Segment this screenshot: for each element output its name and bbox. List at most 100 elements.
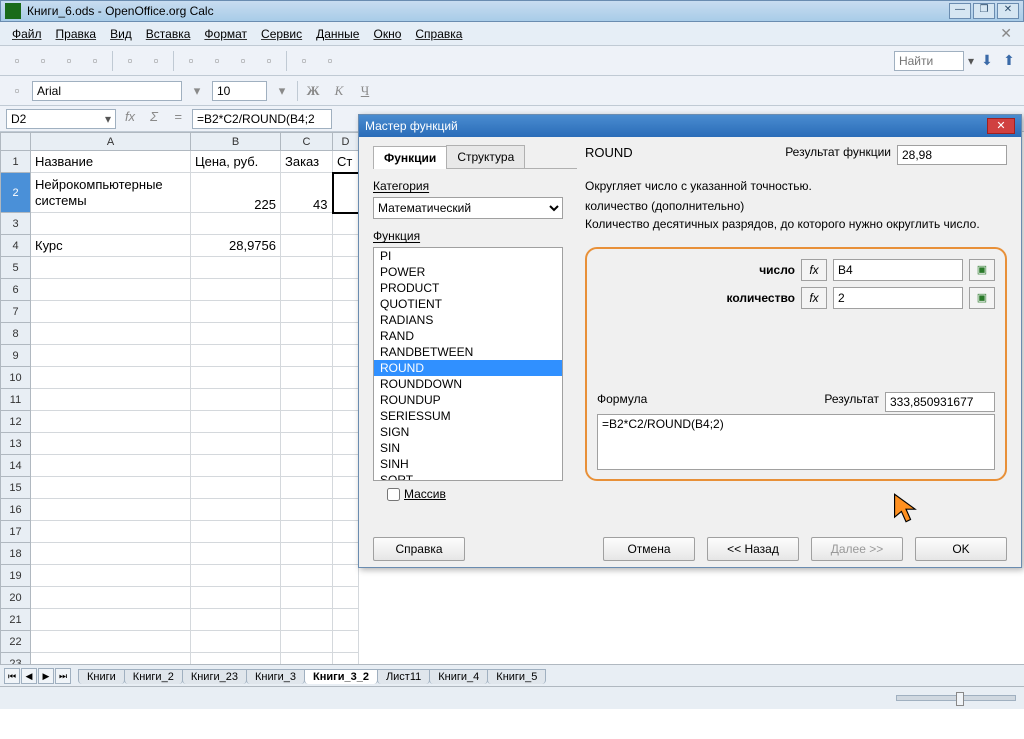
dialog-titlebar[interactable]: Мастер функций ✕ xyxy=(359,115,1021,137)
bold-icon[interactable]: Ж xyxy=(302,80,324,102)
minimize-button[interactable]: — xyxy=(949,3,971,19)
function-list-item[interactable]: QUOTIENT xyxy=(374,296,562,312)
find-dropdown-icon[interactable]: ▾ xyxy=(968,54,974,68)
formula-input[interactable]: =B2*C2/ROUND(B4;2 xyxy=(192,109,332,129)
col-header-a[interactable]: A xyxy=(31,133,191,151)
sheet-tab[interactable]: Книги_23 xyxy=(182,669,247,684)
back-button[interactable]: << Назад xyxy=(707,537,799,561)
row-header[interactable]: 5 xyxy=(1,257,31,279)
function-list-item[interactable]: SQRT xyxy=(374,472,562,481)
menu-help[interactable]: Справка xyxy=(409,25,468,43)
col-header-b[interactable]: B xyxy=(191,133,281,151)
font-dropdown-icon[interactable]: ▾ xyxy=(186,80,208,102)
paste-icon[interactable]: ▫ xyxy=(258,50,280,72)
function-list-item[interactable]: ROUND xyxy=(374,360,562,376)
row-header[interactable]: 22 xyxy=(1,631,31,653)
cell[interactable]: Заказ xyxy=(281,151,333,173)
row-header[interactable]: 21 xyxy=(1,609,31,631)
function-list-item[interactable]: POWER xyxy=(374,264,562,280)
tab-nav-last-icon[interactable]: ⏭ xyxy=(55,668,71,684)
cell[interactable]: Ст xyxy=(333,151,359,173)
function-list-item[interactable]: RANDBETWEEN xyxy=(374,344,562,360)
tab-nav-next-icon[interactable]: ▶ xyxy=(38,668,54,684)
zoom-slider[interactable] xyxy=(896,695,1016,701)
tab-nav-first-icon[interactable]: ⏮ xyxy=(4,668,20,684)
row-header[interactable]: 12 xyxy=(1,411,31,433)
row-header[interactable]: 18 xyxy=(1,543,31,565)
find-input[interactable] xyxy=(894,51,964,71)
save-icon[interactable]: ▫ xyxy=(58,50,80,72)
size-dropdown-icon[interactable]: ▾ xyxy=(271,80,293,102)
row-header[interactable]: 11 xyxy=(1,389,31,411)
row-header[interactable]: 17 xyxy=(1,521,31,543)
close-document-button[interactable]: ✕ xyxy=(994,25,1018,42)
sheet-tab[interactable]: Лист11 xyxy=(377,669,430,684)
function-list-item[interactable]: SERIESSUM xyxy=(374,408,562,424)
sheet-tab[interactable]: Книги_5 xyxy=(487,669,546,684)
param1-input[interactable] xyxy=(833,259,963,281)
function-list-item[interactable]: ROUNDUP xyxy=(374,392,562,408)
cell[interactable]: Название xyxy=(31,151,191,173)
param2-input[interactable] xyxy=(833,287,963,309)
category-select[interactable]: Математический xyxy=(373,197,563,219)
sheet-tab[interactable]: Книги_4 xyxy=(429,669,488,684)
function-list[interactable]: PIPOWERPRODUCTQUOTIENTRADIANSRANDRANDBET… xyxy=(373,247,563,481)
param1-fx-button[interactable]: fx xyxy=(801,259,827,281)
col-header-d[interactable]: D xyxy=(333,133,359,151)
active-cell[interactable] xyxy=(333,173,359,213)
copy-icon[interactable]: ▫ xyxy=(232,50,254,72)
row-header[interactable]: 19 xyxy=(1,565,31,587)
help-button[interactable]: Справка xyxy=(373,537,465,561)
function-list-item[interactable]: PI xyxy=(374,248,562,264)
underline-icon[interactable]: Ч xyxy=(354,80,376,102)
next-button[interactable]: Далее >> xyxy=(811,537,903,561)
menu-edit[interactable]: Правка xyxy=(50,25,103,43)
param1-shrink-button[interactable]: ▣ xyxy=(969,259,995,281)
sheet-tab[interactable]: Книги xyxy=(78,669,125,684)
sheet-tab[interactable]: Книги_3 xyxy=(246,669,305,684)
sheet-tab[interactable]: Книги_2 xyxy=(124,669,183,684)
cell[interactable]: 43 xyxy=(281,173,333,213)
formula-textarea[interactable]: =B2*C2/ROUND(B4;2) xyxy=(597,414,995,470)
email-icon[interactable]: ▫ xyxy=(84,50,106,72)
font-size-select[interactable] xyxy=(212,81,267,101)
function-list-item[interactable]: SIN xyxy=(374,440,562,456)
equals-icon[interactable]: = xyxy=(168,109,188,129)
close-button[interactable]: ✕ xyxy=(997,3,1019,19)
sum-icon[interactable]: Σ xyxy=(144,109,164,129)
row-header[interactable]: 8 xyxy=(1,323,31,345)
cell[interactable]: Нейрокомпьютерные системы xyxy=(31,173,191,213)
menu-insert[interactable]: Вставка xyxy=(140,25,197,43)
dialog-close-button[interactable]: ✕ xyxy=(987,118,1015,134)
tab-functions[interactable]: Функции xyxy=(373,146,447,169)
function-list-item[interactable]: SIGN xyxy=(374,424,562,440)
array-checkbox[interactable] xyxy=(387,488,400,501)
styles-icon[interactable]: ▫ xyxy=(6,80,28,102)
function-list-item[interactable]: ROUNDDOWN xyxy=(374,376,562,392)
cell[interactable]: Цена, руб. xyxy=(191,151,281,173)
tab-structure[interactable]: Структура xyxy=(446,145,525,168)
row-header[interactable]: 20 xyxy=(1,587,31,609)
find-next-icon[interactable]: ⬇ xyxy=(978,52,996,70)
row-header[interactable]: 16 xyxy=(1,499,31,521)
sheet-tab[interactable]: Книги_3_2 xyxy=(304,669,378,684)
menu-view[interactable]: Вид xyxy=(104,25,138,43)
menu-window[interactable]: Окно xyxy=(367,25,407,43)
row-header[interactable]: 10 xyxy=(1,367,31,389)
function-list-item[interactable]: PRODUCT xyxy=(374,280,562,296)
menu-format[interactable]: Формат xyxy=(198,25,253,43)
cut-icon[interactable]: ▫ xyxy=(206,50,228,72)
row-header[interactable]: 4 xyxy=(1,235,31,257)
param2-shrink-button[interactable]: ▣ xyxy=(969,287,995,309)
maximize-button[interactable]: ❐ xyxy=(973,3,995,19)
redo-icon[interactable]: ▫ xyxy=(319,50,341,72)
row-header[interactable]: 1 xyxy=(1,151,31,173)
menu-file[interactable]: Файл xyxy=(6,25,48,43)
new-icon[interactable]: ▫ xyxy=(6,50,28,72)
italic-icon[interactable]: К xyxy=(328,80,350,102)
function-list-item[interactable]: RADIANS xyxy=(374,312,562,328)
function-list-item[interactable]: RAND xyxy=(374,328,562,344)
cell[interactable]: 225 xyxy=(191,173,281,213)
param2-fx-button[interactable]: fx xyxy=(801,287,827,309)
function-list-item[interactable]: SINH xyxy=(374,456,562,472)
